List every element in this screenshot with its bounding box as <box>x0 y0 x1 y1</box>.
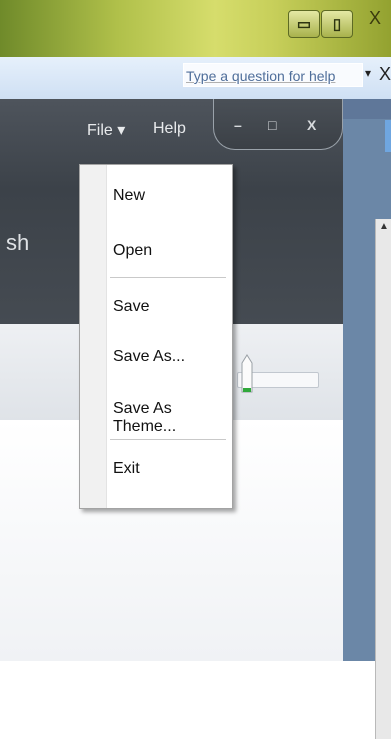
help-dropdown-icon[interactable]: ▾ <box>365 66 371 80</box>
minimize-icon: ▭ <box>296 16 312 33</box>
app-title-fragment: sh <box>6 230 30 255</box>
restore-icon: ▯ <box>332 16 342 33</box>
vertical-scrollbar[interactable] <box>375 219 391 739</box>
right-panel-top-strip <box>343 99 391 119</box>
caption-button-cluster: – □ X <box>213 99 343 150</box>
menu-item-save[interactable]: Save <box>113 298 149 316</box>
outer-close-button[interactable]: X <box>369 8 381 29</box>
outer-restore-button[interactable]: ▯ <box>321 10 353 38</box>
zoom-slider-thumb[interactable] <box>241 354 253 394</box>
menu-item-exit[interactable]: Exit <box>113 460 140 478</box>
menu-file[interactable]: File ▾ <box>87 120 125 140</box>
minimize-button[interactable]: – <box>234 117 242 133</box>
menu-separator <box>110 277 226 279</box>
right-side-panel: ▲ <box>343 99 391 739</box>
help-question-input[interactable]: Type a question for help <box>183 63 363 87</box>
outer-minimize-button[interactable]: ▭ <box>288 10 320 38</box>
menu-icon-gutter <box>80 165 107 508</box>
menu-item-new[interactable]: New <box>113 187 145 205</box>
menu-help[interactable]: Help <box>153 120 186 138</box>
menu-item-save-as-theme[interactable]: Save As Theme... <box>113 400 232 436</box>
menu-separator <box>110 439 226 441</box>
file-dropdown-menu: New Open Save Save As... Save As Theme..… <box>79 164 233 509</box>
menu-item-open[interactable]: Open <box>113 242 152 260</box>
menu-item-save-as[interactable]: Save As... <box>113 348 185 366</box>
help-close-button[interactable]: X <box>379 64 391 85</box>
outer-title-bar: ▭ ▯ X <box>0 0 391 58</box>
scroll-up-icon[interactable]: ▲ <box>379 221 389 232</box>
right-panel-tab-band <box>385 120 391 152</box>
maximize-button[interactable]: □ <box>268 117 276 133</box>
close-button[interactable]: X <box>307 117 316 133</box>
